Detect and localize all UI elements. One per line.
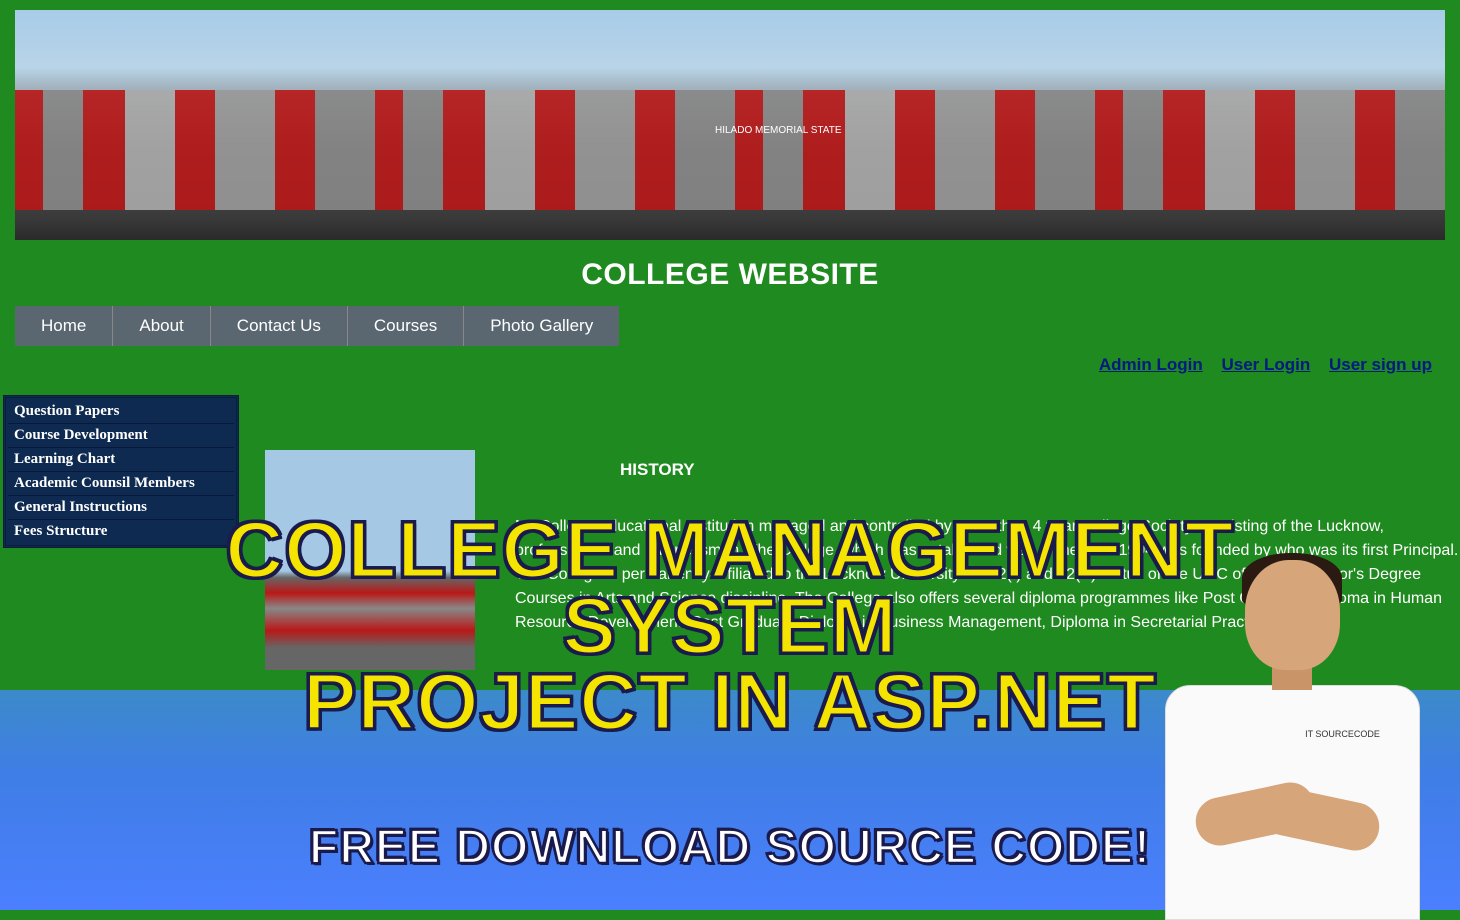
nav-photo-gallery[interactable]: Photo Gallery (464, 306, 619, 346)
hero-banner-image: HILADO MEMORIAL STATE (15, 10, 1445, 240)
nav-contact-us[interactable]: Contact Us (211, 306, 348, 346)
presenter-photo: IT SOURCECODE (1130, 545, 1440, 910)
sidebar-item-question-papers[interactable]: Question Papers (8, 400, 234, 424)
admin-login-link[interactable]: Admin Login (1099, 355, 1203, 374)
sidebar-item-general-instructions[interactable]: General Instructions (8, 496, 234, 520)
sidebar-item-academic-council[interactable]: Academic Counsil Members (8, 472, 234, 496)
site-title: COLLEGE WEBSITE (0, 240, 1460, 306)
nav-courses[interactable]: Courses (348, 306, 464, 346)
banner-building-label: HILADO MEMORIAL STATE (715, 125, 842, 137)
nav-home[interactable]: Home (15, 306, 113, 346)
sidebar-item-course-development[interactable]: Course Development (8, 424, 234, 448)
main-nav: Home About Contact Us Courses Photo Gall… (15, 306, 1460, 346)
presenter-head (1245, 560, 1340, 670)
user-signup-link[interactable]: User sign up (1329, 355, 1432, 374)
user-login-link[interactable]: User Login (1222, 355, 1311, 374)
sidebar-item-learning-chart[interactable]: Learning Chart (8, 448, 234, 472)
history-heading: HISTORY (620, 460, 695, 480)
auth-links: Admin Login User Login User sign up (1085, 355, 1432, 375)
presenter-shirt-logo: IT SOURCECODE (1295, 730, 1390, 770)
content-building-image (265, 450, 475, 670)
nav-about[interactable]: About (113, 306, 210, 346)
sidebar: Question Papers Course Development Learn… (3, 395, 239, 548)
sidebar-item-fees-structure[interactable]: Fees Structure (8, 520, 234, 543)
promo-subtitle: FREE DOWNLOAD SOURCE CODE! (180, 820, 1280, 875)
